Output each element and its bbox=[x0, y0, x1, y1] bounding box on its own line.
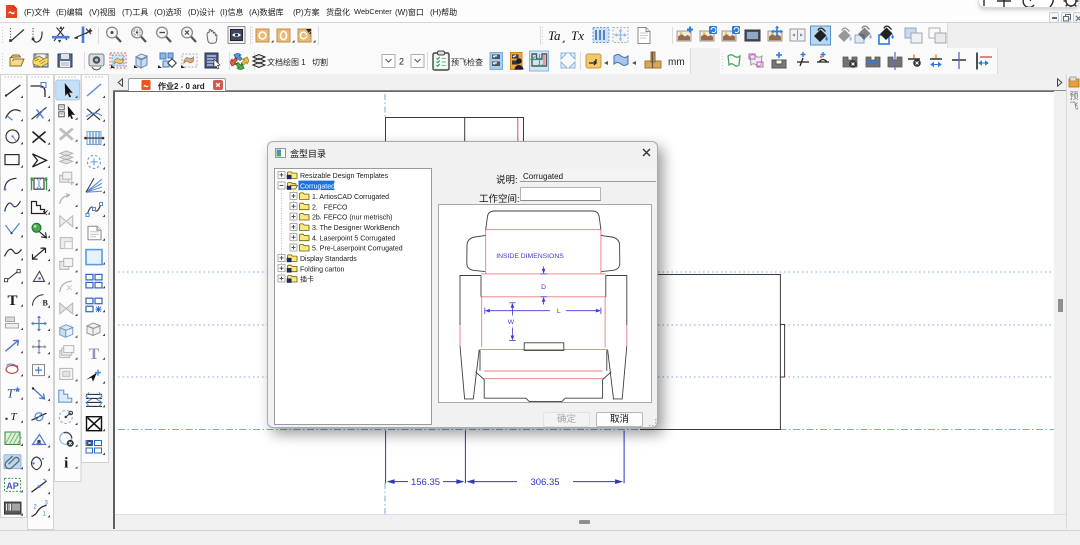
svg-text:Tx: Tx bbox=[571, 28, 584, 43]
svg-text:D: D bbox=[541, 284, 546, 291]
svg-text:2b. FEFCO (nur metrisch): 2b. FEFCO (nur metrisch) bbox=[312, 215, 393, 222]
svg-text:2: 2 bbox=[399, 57, 404, 67]
svg-text:3. The Designer WorkBench: 3. The Designer WorkBench bbox=[312, 225, 400, 232]
svg-text:预飞检查: 预飞检查 bbox=[451, 57, 483, 67]
svg-text:Display Standards: Display Standards bbox=[300, 256, 357, 263]
svg-text:AP: AP bbox=[6, 481, 19, 491]
svg-text:L: L bbox=[557, 308, 561, 315]
svg-text:插卡: 插卡 bbox=[300, 275, 314, 284]
svg-text:INSIDE DIMENSIONS: INSIDE DIMENSIONS bbox=[496, 253, 564, 260]
svg-text:B: B bbox=[43, 299, 49, 308]
svg-text:W: W bbox=[508, 319, 515, 326]
svg-text:5. Pre-Laserpoint Corrugated: 5. Pre-Laserpoint Corrugated bbox=[312, 246, 403, 253]
svg-text:切割: 切割 bbox=[312, 57, 328, 67]
svg-text:1. ArtiosCAD Corrugated: 1. ArtiosCAD Corrugated bbox=[312, 194, 389, 201]
svg-text:2. FEFCO: 2. FEFCO bbox=[312, 204, 348, 211]
svg-text:306.35: 306.35 bbox=[530, 477, 559, 488]
svg-text:mm: mm bbox=[668, 57, 685, 68]
svg-text:4. Laserpoint 5 Corrugated: 4. Laserpoint 5 Corrugated bbox=[312, 235, 395, 242]
svg-text:文档绘图 1: 文档绘图 1 bbox=[267, 57, 306, 67]
svg-text:156.35: 156.35 bbox=[411, 477, 440, 488]
svg-text:T: T bbox=[7, 386, 15, 401]
svg-text:Corrugated: Corrugated bbox=[300, 184, 335, 191]
svg-text:Folding carton: Folding carton bbox=[300, 266, 344, 273]
svg-text:T: T bbox=[7, 293, 17, 309]
svg-text:Resizable Design Templates: Resizable Design Templates bbox=[300, 173, 389, 180]
svg-text:T: T bbox=[89, 346, 100, 363]
svg-text:T: T bbox=[10, 411, 17, 423]
svg-text:Ta: Ta bbox=[548, 28, 561, 43]
svg-text:i: i bbox=[64, 456, 68, 472]
